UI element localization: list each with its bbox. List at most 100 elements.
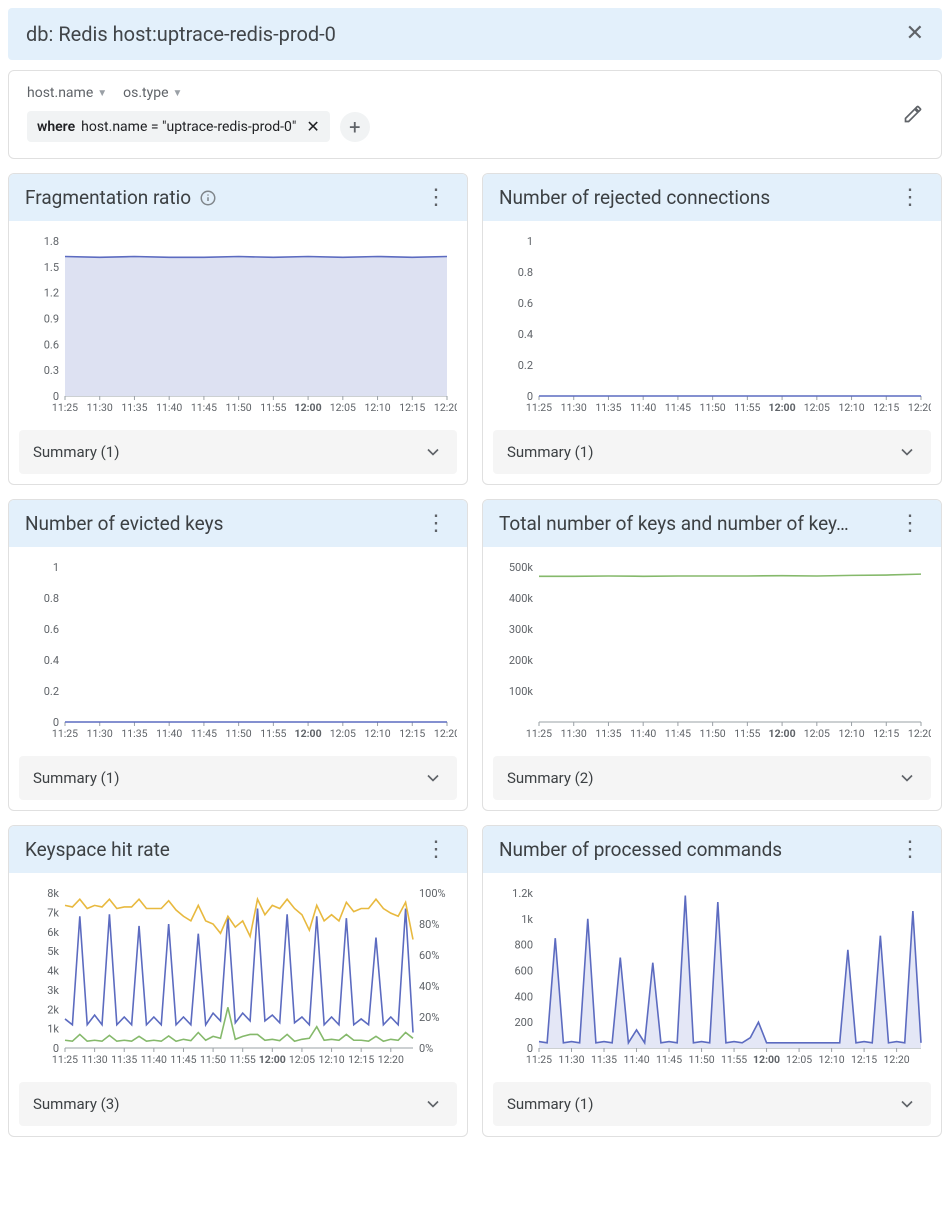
svg-text:0.2: 0.2: [518, 359, 533, 372]
svg-text:11:45: 11:45: [191, 727, 217, 740]
svg-text:12:05: 12:05: [804, 727, 830, 740]
summary-label: Summary (1): [507, 1095, 593, 1113]
svg-text:11:35: 11:35: [121, 727, 147, 740]
card-header: Number of evicted keys ⋮: [9, 500, 467, 547]
where-chip[interactable]: where host.name = "uptrace-redis-prod-0"…: [27, 111, 330, 142]
svg-text:0.4: 0.4: [44, 654, 59, 667]
svg-text:11:45: 11:45: [656, 1053, 682, 1066]
card-header: Total number of keys and number of key… …: [483, 500, 941, 547]
svg-text:11:25: 11:25: [52, 1053, 78, 1066]
dimension-host-name[interactable]: host.name▼: [27, 85, 107, 101]
svg-text:11:40: 11:40: [630, 401, 656, 414]
chevron-down-icon: ▼: [173, 88, 183, 99]
svg-text:11:25: 11:25: [526, 1053, 552, 1066]
summary-toggle[interactable]: Summary (3): [19, 1082, 457, 1126]
svg-text:12:00: 12:00: [769, 401, 796, 414]
svg-text:12:05: 12:05: [786, 1053, 812, 1066]
svg-text:12:20: 12:20: [884, 1053, 910, 1066]
edit-icon[interactable]: [903, 104, 923, 124]
svg-text:12:10: 12:10: [364, 727, 390, 740]
svg-text:12:20: 12:20: [434, 727, 457, 740]
svg-text:1k: 1k: [521, 913, 533, 926]
dimension-os-type[interactable]: os.type▼: [123, 85, 182, 101]
svg-text:0.2: 0.2: [44, 685, 59, 698]
svg-text:11:40: 11:40: [141, 1053, 167, 1066]
chevron-down-icon: [897, 1094, 917, 1114]
card-menu-icon[interactable]: ⋮: [895, 517, 925, 530]
card-menu-icon[interactable]: ⋮: [421, 843, 451, 856]
svg-text:11:25: 11:25: [526, 401, 552, 414]
svg-text:800: 800: [514, 939, 533, 952]
chevron-down-icon: ▼: [97, 88, 107, 99]
card-menu-icon[interactable]: ⋮: [421, 517, 451, 530]
svg-text:7k: 7k: [47, 906, 59, 919]
svg-text:400: 400: [514, 990, 533, 1003]
svg-text:5k: 5k: [47, 945, 59, 958]
card-header: Number of rejected connections ⋮: [483, 174, 941, 221]
svg-text:11:55: 11:55: [230, 1053, 256, 1066]
summary-toggle[interactable]: Summary (1): [493, 1082, 931, 1126]
card-menu-icon[interactable]: ⋮: [895, 191, 925, 204]
chart-area: 00.30.60.91.21.51.811:2511:3011:3511:401…: [9, 221, 467, 420]
card-header: Fragmentation ratio ⋮: [9, 174, 467, 221]
svg-text:11:35: 11:35: [121, 401, 147, 414]
svg-text:11:30: 11:30: [82, 1053, 108, 1066]
svg-text:12:15: 12:15: [348, 1053, 374, 1066]
svg-text:12:20: 12:20: [908, 727, 931, 740]
summary-toggle[interactable]: Summary (1): [19, 756, 457, 800]
svg-text:3k: 3k: [47, 984, 59, 997]
svg-text:0.9: 0.9: [44, 313, 59, 326]
svg-text:0.8: 0.8: [518, 266, 533, 279]
summary-toggle[interactable]: Summary (1): [19, 430, 457, 474]
chart-area: 01k2k3k4k5k6k7k8k0%20%40%60%80%100%11:25…: [9, 873, 467, 1072]
info-icon[interactable]: [199, 189, 217, 207]
close-icon[interactable]: ✕: [906, 23, 924, 45]
svg-text:11:35: 11:35: [111, 1053, 137, 1066]
svg-text:11:50: 11:50: [226, 401, 252, 414]
svg-text:200k: 200k: [509, 654, 534, 667]
chart-cmds: 02004006008001k1.2k11:2511:3011:3511:401…: [491, 883, 931, 1068]
card-title: Number of rejected connections: [499, 186, 770, 209]
svg-text:100k: 100k: [509, 685, 534, 698]
svg-text:1: 1: [527, 235, 533, 248]
svg-text:12:10: 12:10: [838, 727, 864, 740]
svg-text:11:25: 11:25: [526, 727, 552, 740]
svg-text:0.4: 0.4: [518, 328, 533, 341]
svg-text:11:40: 11:40: [156, 401, 182, 414]
summary-label: Summary (1): [33, 443, 119, 461]
summary-label: Summary (3): [33, 1095, 119, 1113]
svg-text:12:00: 12:00: [295, 727, 322, 740]
svg-text:12:00: 12:00: [295, 401, 322, 414]
svg-text:11:50: 11:50: [200, 1053, 226, 1066]
svg-text:600: 600: [514, 965, 533, 978]
svg-text:12:05: 12:05: [330, 727, 356, 740]
card-keys: Total number of keys and number of key… …: [482, 499, 942, 811]
filter-bar: host.name▼ os.type▼ where host.name = "up…: [8, 70, 942, 159]
card-title: Total number of keys and number of key…: [499, 512, 849, 535]
add-filter-button[interactable]: +: [340, 112, 370, 142]
svg-text:0.8: 0.8: [44, 592, 59, 605]
card-title: Keyspace hit rate: [25, 838, 170, 861]
chart-area: 100k200k300k400k500k11:2511:3011:3511:40…: [483, 547, 941, 746]
summary-toggle[interactable]: Summary (1): [493, 430, 931, 474]
svg-text:0.6: 0.6: [518, 297, 533, 310]
svg-text:300k: 300k: [509, 623, 534, 636]
svg-text:12:15: 12:15: [399, 401, 425, 414]
svg-text:0.3: 0.3: [44, 364, 59, 377]
chart-area: 02004006008001k1.2k11:2511:3011:3511:401…: [483, 873, 941, 1072]
svg-text:12:10: 12:10: [819, 1053, 845, 1066]
card-menu-icon[interactable]: ⋮: [421, 191, 451, 204]
svg-text:11:45: 11:45: [665, 401, 691, 414]
svg-text:500k: 500k: [509, 561, 534, 574]
chevron-down-icon: [897, 768, 917, 788]
remove-chip-icon[interactable]: ✕: [306, 117, 319, 136]
summary-label: Summary (1): [33, 769, 119, 787]
chart-hit: 01k2k3k4k5k6k7k8k0%20%40%60%80%100%11:25…: [17, 883, 457, 1068]
summary-toggle[interactable]: Summary (2): [493, 756, 931, 800]
svg-text:11:55: 11:55: [734, 727, 760, 740]
svg-text:12:15: 12:15: [851, 1053, 877, 1066]
chart-area: 00.20.40.60.8111:2511:3011:3511:4011:451…: [483, 221, 941, 420]
card-menu-icon[interactable]: ⋮: [895, 843, 925, 856]
card-title: Number of processed commands: [499, 838, 782, 861]
svg-text:11:35: 11:35: [595, 401, 621, 414]
